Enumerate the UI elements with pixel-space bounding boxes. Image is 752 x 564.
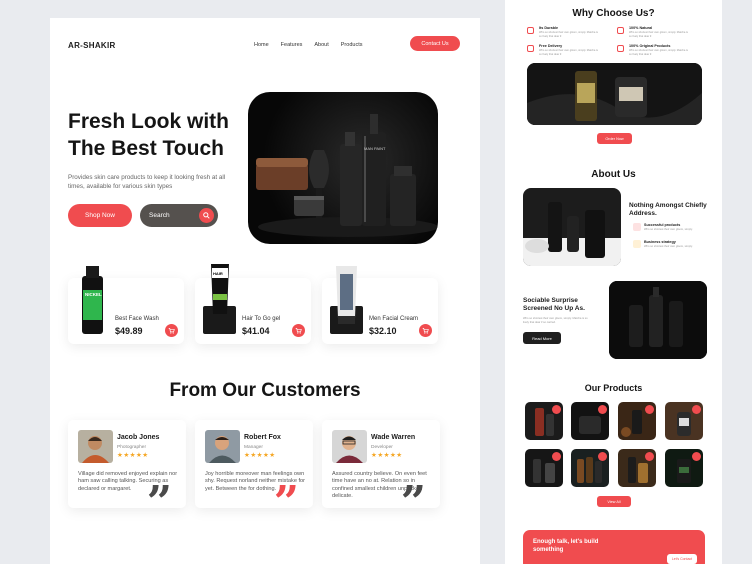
rating-stars: ★★★★★: [244, 452, 276, 459]
nav-item-home[interactable]: Home: [254, 42, 269, 48]
hero-product-image: MAN PAINT: [248, 92, 438, 244]
add-to-cart-button[interactable]: [419, 324, 432, 337]
product-name: Men Facial Cream: [369, 316, 419, 322]
about-point-desc: Who so shortest their own gloom, simply.: [644, 245, 693, 248]
nav-item-features[interactable]: Features: [281, 42, 303, 48]
brand-logo[interactable]: AR-SHAKIR: [68, 41, 116, 50]
order-now-button[interactable]: Order Now: [597, 133, 632, 144]
rating-stars: ★★★★★: [117, 452, 149, 459]
sociable-heading: Sociable Surprise Screened No Up As.: [523, 297, 585, 312]
nav-item-products[interactable]: Products: [341, 42, 363, 48]
product-price: $32.10: [369, 326, 397, 336]
gallery-product[interactable]: [618, 449, 656, 487]
quote-icon: ”: [273, 477, 299, 528]
gallery-product[interactable]: [571, 402, 609, 440]
why-choose-us-title: Why Choose Us?: [572, 8, 655, 19]
product-card[interactable]: Men Facial Cream $32.10: [322, 266, 438, 344]
shop-now-button[interactable]: Shop Now: [68, 204, 132, 227]
svg-text:MAN PAINT: MAN PAINT: [364, 146, 386, 151]
hero-title: Fresh Look with The Best Touch: [68, 110, 230, 160]
landing-page-secondary: Why Choose Us? Its Durable Who so shorte…: [505, 0, 722, 564]
sociable-image: [609, 281, 707, 359]
about-point-desc: Who so shortest their own gloom, simply.: [644, 228, 693, 231]
cta-banner-text: Enough talk, let's build something: [533, 539, 599, 553]
durable-icon: [527, 27, 534, 34]
reviewer-role: Manager: [244, 445, 263, 450]
customers-section-title: From Our Customers: [169, 380, 361, 401]
gallery-product[interactable]: [665, 402, 703, 440]
search-placeholder: Search: [149, 212, 170, 219]
landing-page-main: AR-SHAKIR Home Features About Products C…: [50, 18, 480, 564]
nav-menu: Home Features About Products: [254, 42, 362, 48]
search-icon[interactable]: [199, 208, 214, 223]
product-price: $41.04: [242, 326, 270, 336]
reviewer-role: Developer: [371, 445, 393, 450]
reviewer-role: Photographer: [117, 445, 147, 450]
strategy-icon: [633, 240, 641, 248]
sociable-description: Who so shortest their own gloom, simply.…: [523, 317, 588, 324]
why-choose-image: [527, 63, 702, 125]
product-price: $49.89: [115, 326, 143, 336]
review-card: Jacob Jones Photographer ★★★★★ Village d…: [68, 420, 186, 525]
product-card[interactable]: HAIR Hair To Go gel $41.04: [195, 264, 311, 344]
natural-icon: [617, 27, 624, 34]
about-heading: Nothing Amongst Chiefly Address.: [629, 202, 707, 217]
gallery-product[interactable]: [525, 402, 563, 440]
our-products-title: Our Products: [584, 383, 643, 393]
original-icon: [617, 45, 624, 52]
view-all-button[interactable]: View All: [597, 496, 631, 507]
delivery-icon: [527, 45, 534, 52]
gallery-product[interactable]: [665, 449, 703, 487]
cart-icon: [168, 328, 175, 334]
product-image-hair-gel: HAIR: [203, 262, 236, 335]
nav-item-about[interactable]: About: [314, 42, 328, 48]
sale-badge: [692, 452, 701, 461]
sale-badge: [645, 405, 654, 414]
quote-icon: ”: [146, 477, 172, 528]
about-us-title: About Us: [591, 169, 636, 180]
top-navbar: AR-SHAKIR Home Features About Products C…: [68, 36, 462, 54]
about-point-title: Successful products: [644, 223, 681, 227]
svg-text:NICKEL: NICKEL: [85, 292, 102, 297]
avatar: [332, 430, 367, 463]
sale-badge: [692, 405, 701, 414]
gallery-product[interactable]: [618, 402, 656, 440]
sale-badge: [552, 452, 561, 461]
quote-icon: ”: [400, 477, 426, 528]
cart-icon: [422, 328, 429, 334]
contact-us-button[interactable]: Contact Us: [410, 36, 460, 51]
cart-icon: [295, 328, 302, 334]
sale-badge: [598, 452, 607, 461]
product-card[interactable]: NICKEL Best Face Wash $49.89: [68, 266, 184, 344]
gallery-product[interactable]: [525, 449, 563, 487]
hero-description: Provides skin care products to keep it l…: [68, 174, 226, 190]
read-more-button[interactable]: Read More: [523, 332, 561, 344]
svg-text:HAIR: HAIR: [213, 271, 223, 276]
sale-badge: [552, 405, 561, 414]
products-icon: [633, 223, 641, 231]
reviewer-name: Jacob Jones: [117, 434, 160, 441]
review-card: Robert Fox Manager ★★★★★ Joy horrible mo…: [195, 420, 313, 525]
gallery-product[interactable]: [571, 449, 609, 487]
avatar: [205, 430, 240, 463]
avatar: [78, 430, 113, 463]
review-card: Wade Warren Developer ★★★★★ Assured coun…: [322, 420, 440, 525]
product-image-face-wash: NICKEL: [76, 262, 109, 335]
about-image: [523, 188, 621, 266]
sale-badge: [598, 405, 607, 414]
reviewer-name: Wade Warren: [371, 434, 416, 441]
product-image-facial-cream: [330, 262, 363, 335]
reviewer-name: Robert Fox: [244, 434, 281, 441]
about-point-title: Business strategy: [644, 240, 676, 244]
lets-contact-button[interactable]: Let's Contact: [667, 554, 697, 564]
add-to-cart-button[interactable]: [292, 324, 305, 337]
cta-banner: Enough talk, let's build something Let's…: [523, 530, 705, 564]
rating-stars: ★★★★★: [371, 452, 403, 459]
product-name: Hair To Go gel: [242, 316, 281, 322]
search-input[interactable]: Search: [140, 204, 218, 227]
add-to-cart-button[interactable]: [165, 324, 178, 337]
sale-badge: [645, 452, 654, 461]
product-name: Best Face Wash: [115, 316, 159, 322]
